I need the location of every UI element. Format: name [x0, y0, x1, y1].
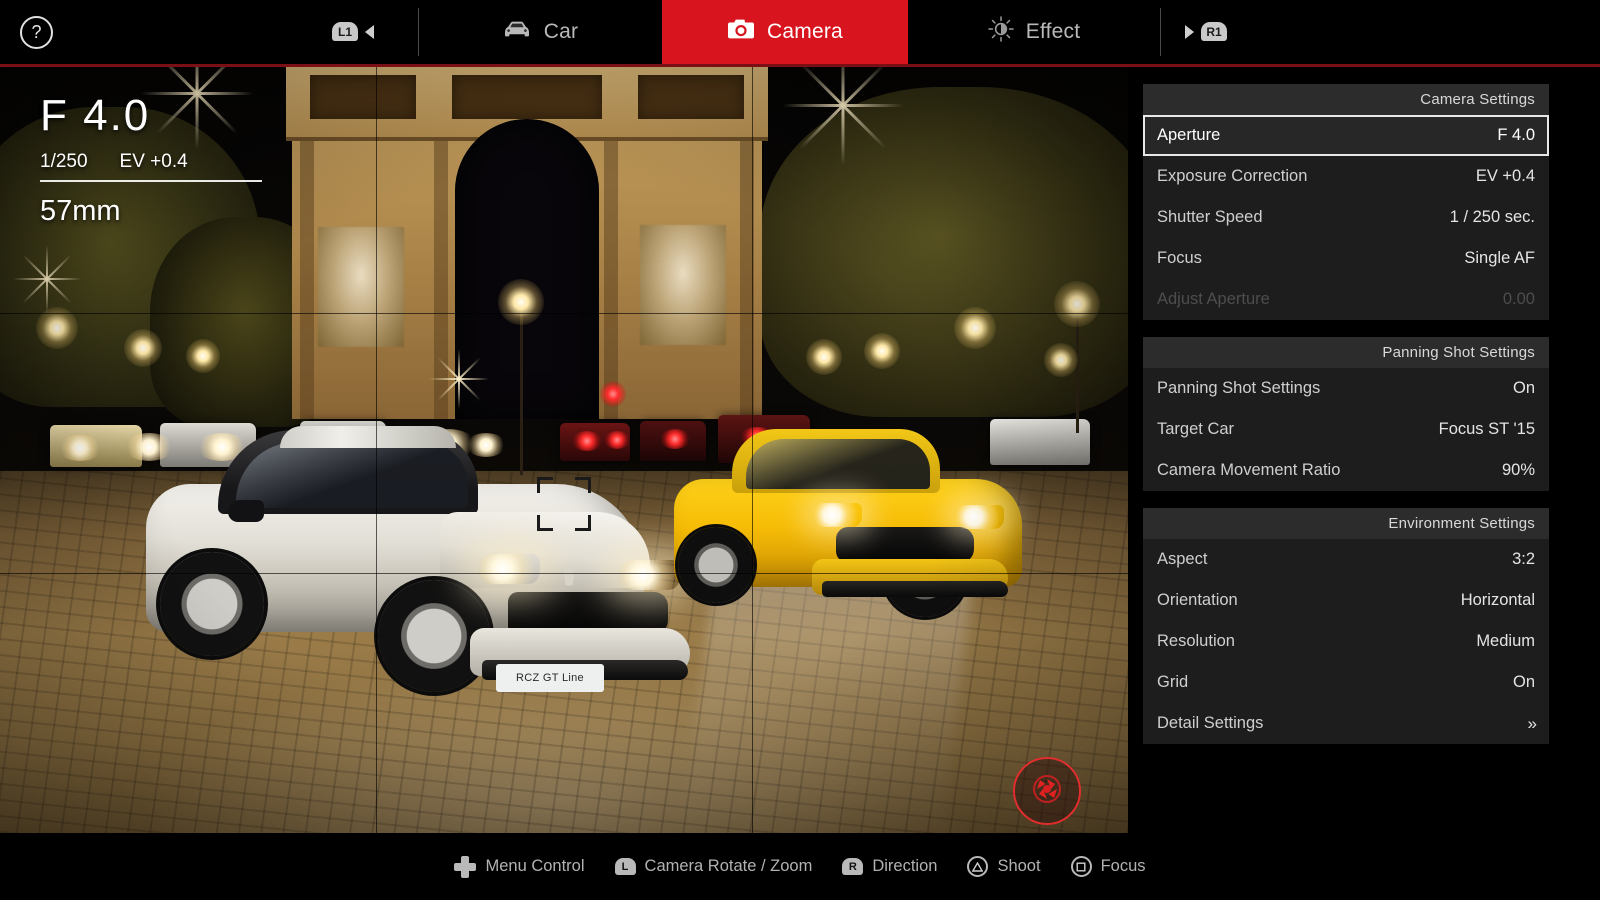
row-label: Grid: [1157, 673, 1189, 691]
row-label: Orientation: [1157, 591, 1238, 609]
row-label: Aspect: [1157, 550, 1208, 568]
row-label: Shutter Speed: [1157, 208, 1263, 226]
r-stick-icon: R: [842, 858, 864, 875]
hint-menu-control: Menu Control: [454, 855, 585, 878]
l1-shoulder-hint[interactable]: L1: [332, 22, 374, 41]
hint-label: Shoot: [997, 857, 1041, 875]
l-stick-icon: L: [614, 858, 636, 875]
row-label: Focus: [1157, 249, 1202, 267]
shoot-ring: [1013, 757, 1081, 825]
section-environment-settings: Environment Settings Aspect 3:2 Orientat…: [1143, 508, 1549, 744]
brightness-icon: [987, 16, 1014, 48]
row-value: Focus ST '15: [1438, 420, 1535, 438]
dpad-icon: [454, 855, 477, 878]
chevron-double-right-icon: »: [1527, 713, 1538, 733]
row-label: Aperture: [1157, 126, 1221, 144]
top-tab-bar: ? L1 Car Camera Effect R1: [0, 0, 1600, 64]
setting-row-target-car[interactable]: Target Car Focus ST '15: [1143, 409, 1549, 450]
row-label: Panning Shot Settings: [1157, 379, 1321, 397]
camera-viewport[interactable]: RCZ GT Line F: [0, 67, 1128, 833]
section-title: Panning Shot Settings: [1143, 337, 1549, 368]
row-value: Horizontal: [1460, 591, 1535, 609]
tab-effect[interactable]: Effect: [908, 0, 1160, 64]
row-value: F 4.0: [1497, 126, 1535, 144]
hud-shutter-value: 1/250: [40, 151, 88, 172]
aperture-iris-icon: [1030, 772, 1064, 811]
l1-button-icon: L1: [332, 22, 358, 41]
camera-icon: [727, 18, 755, 46]
hint-label: Direction: [872, 857, 938, 875]
section-camera-settings: Camera Settings Aperture F 4.0 Exposure …: [1143, 84, 1549, 320]
square-button-icon: [1070, 856, 1092, 877]
row-value: 1 / 250 sec.: [1449, 208, 1535, 226]
setting-row-grid[interactable]: Grid On: [1143, 662, 1549, 703]
row-label: Camera Movement Ratio: [1157, 461, 1341, 479]
setting-row-aperture[interactable]: Aperture F 4.0: [1143, 115, 1549, 156]
setting-row-aspect[interactable]: Aspect 3:2: [1143, 539, 1549, 580]
setting-row-exposure-correction[interactable]: Exposure Correction EV +0.4: [1143, 156, 1549, 197]
hint-direction: R Direction: [842, 857, 937, 876]
row-label: Exposure Correction: [1157, 167, 1308, 185]
row-value: 0.00: [1502, 290, 1535, 308]
setting-row-adjust-aperture: Adjust Aperture 0.00: [1143, 279, 1549, 320]
triangle-left-icon: [365, 24, 374, 39]
row-value: Single AF: [1464, 249, 1535, 267]
row-value: 90%: [1501, 461, 1535, 479]
setting-row-detail-settings[interactable]: Detail Settings »: [1143, 703, 1549, 744]
triangle-button-icon: [967, 856, 989, 877]
settings-panel: Camera Settings Aperture F 4.0 Exposure …: [1143, 84, 1549, 761]
row-label: Target Car: [1157, 420, 1235, 438]
row-value: 3:2: [1512, 550, 1535, 568]
row-value: On: [1512, 673, 1535, 691]
setting-row-focus[interactable]: Focus Single AF: [1143, 238, 1549, 279]
section-title: Environment Settings: [1143, 508, 1549, 539]
car-front-icon: [502, 19, 532, 45]
tab-car[interactable]: Car: [418, 0, 662, 64]
row-value: EV +0.4: [1475, 167, 1535, 185]
hud-focal-length-value: 57mm: [40, 195, 121, 227]
tab-camera-label: Camera: [767, 20, 843, 43]
photo-mode-screen: ? L1 Car Camera Effect R1 F 4.0 1/250 EV…: [0, 0, 1600, 900]
button-hint-bar: Menu Control L Camera Rotate / Zoom R Di…: [0, 833, 1600, 900]
hint-label: Menu Control: [485, 857, 585, 875]
r1-shoulder-hint[interactable]: R1: [1185, 22, 1227, 41]
setting-row-panning-shot-settings[interactable]: Panning Shot Settings On: [1143, 368, 1549, 409]
section-panning-shot-settings: Panning Shot Settings Panning Shot Setti…: [1143, 337, 1549, 491]
tab-effect-label: Effect: [1025, 20, 1081, 43]
row-label: Adjust Aperture: [1157, 290, 1270, 308]
row-label: Detail Settings: [1157, 714, 1264, 732]
tab-camera[interactable]: Camera: [662, 0, 908, 64]
tab-car-label: Car: [543, 20, 579, 43]
section-title: Camera Settings: [1143, 84, 1549, 115]
hint-camera-rotate-zoom: L Camera Rotate / Zoom: [614, 857, 813, 876]
hint-label: Camera Rotate / Zoom: [644, 857, 813, 875]
hud-exposure-value: EV +0.4: [119, 151, 188, 172]
row-value: On: [1512, 379, 1535, 397]
hint-focus: Focus: [1070, 856, 1146, 877]
row-label: Resolution: [1157, 632, 1235, 650]
tab-divider: [1160, 8, 1161, 56]
r1-button-icon: R1: [1201, 22, 1227, 41]
exposure-hud: F 4.0 1/250 EV +0.4 57mm: [40, 94, 262, 228]
hint-label: Focus: [1100, 857, 1146, 875]
triangle-right-icon: [1185, 24, 1194, 39]
help-icon[interactable]: ?: [20, 16, 53, 49]
row-value: Medium: [1476, 632, 1535, 650]
setting-row-resolution[interactable]: Resolution Medium: [1143, 621, 1549, 662]
focus-reticle: [537, 477, 591, 531]
shoot-button[interactable]: Shoot: [1010, 757, 1084, 833]
hint-shoot: Shoot: [967, 856, 1041, 877]
setting-row-orientation[interactable]: Orientation Horizontal: [1143, 580, 1549, 621]
setting-row-camera-movement-ratio[interactable]: Camera Movement Ratio 90%: [1143, 450, 1549, 491]
hud-aperture-value: F 4.0: [40, 91, 151, 140]
setting-row-shutter-speed[interactable]: Shutter Speed 1 / 250 sec.: [1143, 197, 1549, 238]
